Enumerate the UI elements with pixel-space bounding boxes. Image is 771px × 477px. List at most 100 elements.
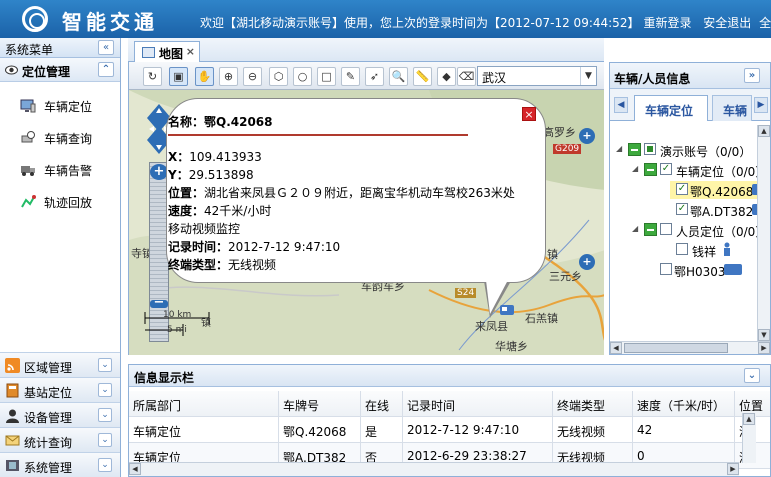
road-badge: S24 [455, 288, 477, 298]
circle-icon[interactable]: ○ [293, 67, 312, 86]
accordion-station-location[interactable]: 基站定位 ⌄ [0, 377, 120, 402]
tree-node-vehicle[interactable]: 鄂H0303 [654, 261, 758, 279]
column-header[interactable]: 在线 [361, 391, 403, 417]
collapse-icon[interactable] [628, 143, 641, 156]
expand-arrow-icon[interactable]: ◢ [632, 164, 638, 173]
column-header[interactable]: 车牌号 [279, 391, 361, 417]
column-header[interactable]: 速度（千米/时） [633, 391, 735, 417]
expand-arrow-icon[interactable]: ◢ [632, 224, 638, 233]
tab-scroll-left-icon[interactable]: ◀ [614, 97, 628, 113]
nav-item-vehicle-alarm[interactable]: 车辆告警 [0, 154, 120, 186]
fullscreen-link[interactable]: 全屏 [759, 16, 771, 30]
tree-node-vehicle[interactable]: ✓ 鄂A.DT382 [670, 201, 758, 219]
ruler-icon[interactable]: 📏 [413, 67, 432, 86]
refresh-icon[interactable]: ↻ [143, 67, 162, 86]
chevron-down-icon[interactable]: ⌄ [98, 433, 112, 447]
logout-link[interactable]: 安全退出 [703, 16, 751, 30]
tree-checkbox[interactable] [676, 243, 688, 255]
tree-checkbox[interactable]: ✓ [676, 183, 688, 195]
tree-checkbox[interactable]: ✓ [660, 163, 672, 175]
tab-map[interactable]: 地图 × [134, 41, 200, 62]
horizontal-scrollbar[interactable]: ◀ ▶ [129, 462, 739, 476]
section-toggle-button[interactable]: ⌃ [98, 62, 114, 77]
chevron-down-icon[interactable]: ⌄ [98, 383, 112, 397]
tree-checkbox[interactable] [660, 223, 672, 235]
pencil-icon[interactable]: ✎ [341, 67, 360, 86]
sidebar-collapse-button[interactable]: « [98, 40, 114, 55]
eraser-icon[interactable]: ⌫ [457, 67, 476, 86]
chevron-down-icon[interactable]: ⌄ [98, 458, 112, 472]
scroll-up-icon[interactable]: ▲ [743, 413, 755, 425]
tree-node-vehicle[interactable]: ✓ 鄂Q.42068 [670, 181, 758, 199]
zoom-out-icon[interactable]: ⊖ [243, 67, 262, 86]
panel-collapse-button[interactable]: » [744, 68, 760, 83]
expand-arrow-icon[interactable]: ◢ [616, 144, 622, 153]
road-badge: G209 [553, 144, 582, 154]
scroll-up-icon[interactable]: ▲ [758, 125, 770, 137]
search-icon[interactable]: 🔍 [389, 67, 408, 86]
fullextent-icon[interactable]: ▣ [169, 67, 188, 86]
vertical-scrollbar[interactable]: ▲ ▼ [757, 125, 770, 341]
chevron-down-icon[interactable]: ⌄ [98, 408, 112, 422]
relogin-link[interactable]: 重新登录 [643, 16, 691, 30]
accordion-system-management[interactable]: 系统管理 ⌄ [0, 452, 120, 477]
close-icon[interactable]: × [522, 107, 536, 121]
collapse-icon[interactable] [644, 223, 657, 236]
scroll-left-icon[interactable]: ◀ [129, 463, 141, 475]
section-location-management[interactable]: 定位管理 ⌃ [0, 58, 120, 82]
accordion-device-management[interactable]: 设备管理 ⌄ [0, 402, 120, 427]
accordion-statistics[interactable]: 统计查询 ⌄ [0, 427, 120, 452]
zoom-out-button[interactable]: − [150, 296, 168, 309]
pointer-icon[interactable]: ➶ [365, 67, 384, 86]
tree-label: 演示账号（0/0） [660, 145, 752, 159]
accordion-label: 设备管理 [24, 411, 73, 425]
tree-node-vehicle-group[interactable]: ◢ ✓ 车辆定位（0/0） [610, 161, 758, 179]
chevron-down-icon[interactable]: ▼ [580, 67, 596, 85]
area-measure-icon[interactable]: ◆ [437, 67, 456, 86]
rectangle-icon[interactable]: □ [317, 67, 336, 86]
map-marker-plus-icon[interactable]: + [579, 128, 595, 144]
column-header[interactable]: 记录时间 [403, 391, 553, 417]
chevron-down-icon[interactable]: ⌄ [98, 358, 112, 372]
tab-scroll-right-icon[interactable]: ▶ [754, 97, 768, 113]
x-label: X： [168, 150, 190, 164]
tree-node-person-group[interactable]: ◢ 人员定位（0/0） [610, 221, 758, 239]
sidebar-title: 系统菜单 [5, 43, 54, 57]
horizontal-scrollbar[interactable]: ◀ ▶ [610, 341, 770, 354]
nav-item-track-playback[interactable]: 轨迹回放 [0, 186, 120, 218]
zoom-in-icon[interactable]: ⊕ [219, 67, 238, 86]
vertical-scrollbar[interactable]: ▲ [742, 413, 756, 463]
popup-monitor[interactable]: 移动视频监控 [168, 220, 240, 237]
close-icon[interactable]: × [186, 45, 195, 58]
tree-checkbox[interactable]: ✓ [676, 203, 688, 215]
accordion-label: 统计查询 [24, 436, 73, 450]
vehicle-icon [724, 264, 742, 275]
tree-node-root[interactable]: ◢ 演示账号（0/0） [610, 141, 758, 159]
tree-node-person[interactable]: 钱祥 [670, 241, 758, 259]
table-row[interactable]: 车辆定位 鄂Q.42068 是 2012-7-12 9:47:10 无线视频 4… [129, 417, 770, 443]
collapse-icon[interactable] [644, 163, 657, 176]
nav-item-vehicle-location[interactable]: 车辆定位 [0, 90, 120, 122]
scroll-right-icon[interactable]: ▶ [758, 342, 770, 354]
tree-checkbox[interactable] [660, 263, 672, 275]
scroll-right-icon[interactable]: ▶ [727, 463, 739, 475]
tab-vehicle[interactable]: 车辆 [712, 95, 752, 121]
tree-label: 鄂Q.42068 [690, 185, 754, 199]
city-select[interactable]: 武汉 ▼ [477, 66, 597, 86]
pan-hand-icon[interactable]: ✋ [195, 67, 214, 86]
accordion-area-management[interactable]: 区域管理 ⌄ [0, 352, 120, 377]
tab-vehicle-location[interactable]: 车辆定位 [634, 95, 708, 121]
tree-checkbox[interactable] [644, 143, 656, 155]
popup-location: 位置：湖北省来凤县Ｇ２０９附近，距离宝华机动车驾校263米处 [168, 184, 515, 201]
info-panel-collapse-button[interactable]: ⌄ [744, 368, 760, 383]
scroll-thumb[interactable] [624, 343, 728, 353]
truck-icon [21, 166, 35, 176]
map-marker-plus-icon[interactable]: + [579, 254, 595, 270]
scroll-down-icon[interactable]: ▼ [758, 329, 770, 341]
column-header[interactable]: 所属部门 [129, 391, 279, 417]
nav-item-vehicle-query[interactable]: 车辆查询 [0, 122, 120, 154]
polygon-icon[interactable]: ⬡ [269, 67, 288, 86]
user-icon [6, 409, 19, 423]
scroll-left-icon[interactable]: ◀ [610, 342, 622, 354]
column-header[interactable]: 终端类型 [553, 391, 633, 417]
